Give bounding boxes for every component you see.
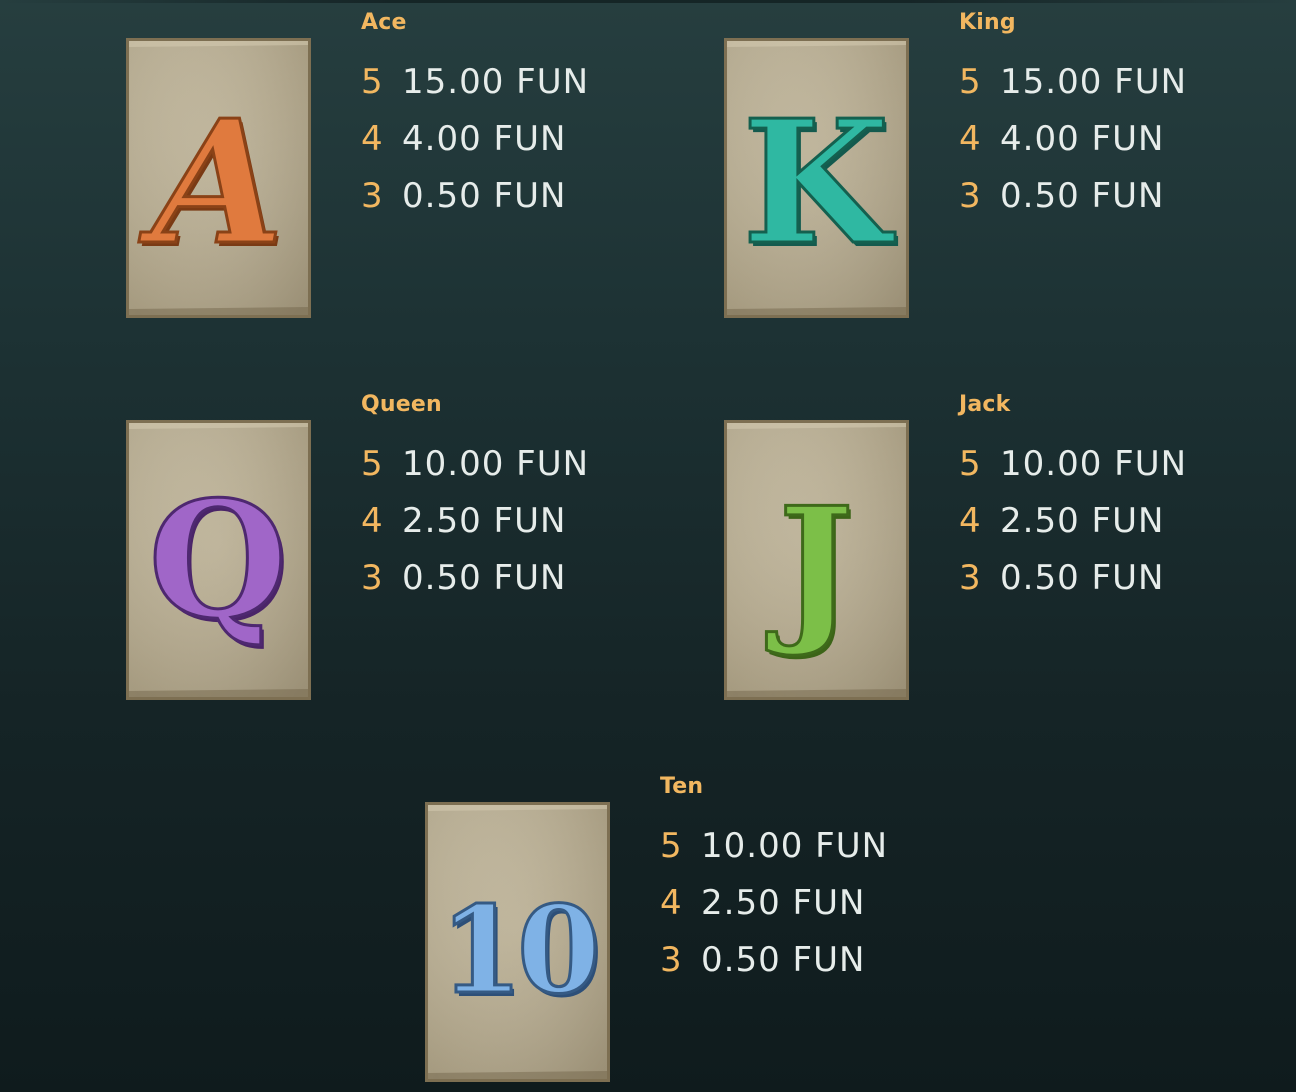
payout-value: 15.00 FUN: [1000, 61, 1188, 102]
payout-count: 5: [959, 61, 981, 102]
payout-count: 5: [361, 61, 383, 102]
payout-row: 5 10.00 FUN: [361, 435, 661, 492]
payout-row: 5 10.00 FUN: [959, 435, 1259, 492]
payout-value: 10.00 FUN: [1000, 443, 1188, 484]
ten-symbol-icon: 10 10: [425, 802, 610, 1082]
jack-glyph: J: [766, 472, 854, 660]
payout-value: 0.50 FUN: [1000, 557, 1165, 598]
symbol-jack-tile: J J: [724, 420, 909, 700]
payout-count: 4: [959, 500, 981, 541]
king-paytable: King 5 15.00 FUN 4 4.00 FUN 3 0.50 FUN: [959, 10, 1259, 224]
jack-symbol-icon: J J: [724, 420, 909, 700]
payout-count: 4: [361, 500, 383, 541]
payout-value: 4.00 FUN: [402, 118, 567, 159]
queen-symbol-icon: Q Q: [126, 420, 311, 700]
payout-row: 3 0.50 FUN: [959, 167, 1259, 224]
payout-value: 4.00 FUN: [1000, 118, 1165, 159]
payout-count: 5: [660, 825, 682, 866]
payout-row: 4 2.50 FUN: [361, 492, 661, 549]
symbol-ten-tile: 10 10: [425, 802, 610, 1082]
payout-row: 4 2.50 FUN: [660, 874, 960, 931]
payout-count: 3: [959, 557, 981, 598]
payout-row: 4 4.00 FUN: [361, 110, 661, 167]
payout-value: 0.50 FUN: [701, 939, 866, 980]
payout-count: 3: [361, 557, 383, 598]
payout-count: 3: [361, 175, 383, 216]
payout-row: 5 15.00 FUN: [361, 53, 661, 110]
payout-count: 4: [361, 118, 383, 159]
symbol-name: Queen: [361, 392, 442, 417]
payout-row: 4 4.00 FUN: [959, 110, 1259, 167]
payout-row: 3 0.50 FUN: [361, 549, 661, 606]
top-divider: [0, 0, 1296, 3]
payout-row: 3 0.50 FUN: [361, 167, 661, 224]
symbol-ace-tile: A A: [126, 38, 311, 318]
ten-glyph: 10: [440, 880, 595, 1021]
ace-symbol-icon: A A: [126, 38, 311, 318]
payout-count: 4: [959, 118, 981, 159]
payout-count: 4: [660, 882, 682, 923]
payout-row: 5 10.00 FUN: [660, 817, 960, 874]
ace-paytable: Ace 5 15.00 FUN 4 4.00 FUN 3 0.50 FUN: [361, 10, 661, 224]
payout-value: 2.50 FUN: [402, 500, 567, 541]
symbol-name: King: [959, 10, 1016, 35]
ace-glyph: A: [138, 83, 284, 283]
queen-glyph: Q: [148, 466, 287, 654]
payout-value: 0.50 FUN: [402, 557, 567, 598]
payout-count: 5: [361, 443, 383, 484]
payout-row: 3 0.50 FUN: [660, 931, 960, 988]
queen-paytable: Queen 5 10.00 FUN 4 2.50 FUN 3 0.50 FUN: [361, 392, 661, 606]
payout-value: 0.50 FUN: [402, 175, 567, 216]
payout-value: 10.00 FUN: [701, 825, 889, 866]
payout-row: 3 0.50 FUN: [959, 549, 1259, 606]
symbol-name: Ten: [660, 774, 704, 799]
symbol-king-tile: K K: [724, 38, 909, 318]
payout-row: 5 15.00 FUN: [959, 53, 1259, 110]
payout-value: 0.50 FUN: [1000, 175, 1165, 216]
payout-count: 3: [959, 175, 981, 216]
symbol-queen-tile: Q Q: [126, 420, 311, 700]
payout-row: 4 2.50 FUN: [959, 492, 1259, 549]
symbol-name: Ace: [361, 10, 407, 35]
ten-paytable: Ten 5 10.00 FUN 4 2.50 FUN 3 0.50 FUN: [660, 774, 960, 988]
king-glyph: K: [742, 83, 895, 283]
payout-count: 5: [959, 443, 981, 484]
jack-paytable: Jack 5 10.00 FUN 4 2.50 FUN 3 0.50 FUN: [959, 392, 1259, 606]
payout-count: 3: [660, 939, 682, 980]
payout-value: 2.50 FUN: [701, 882, 866, 923]
payout-value: 10.00 FUN: [402, 443, 590, 484]
king-symbol-icon: K K: [724, 38, 909, 318]
symbol-name: Jack: [959, 392, 1011, 417]
payout-value: 15.00 FUN: [402, 61, 590, 102]
payout-value: 2.50 FUN: [1000, 500, 1165, 541]
